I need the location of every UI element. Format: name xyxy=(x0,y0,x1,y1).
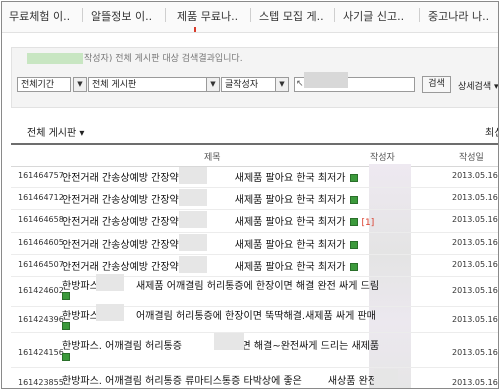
post-date: 2013.05.16 xyxy=(452,215,498,224)
post-title[interactable]: 한방파스. 어깨결림 허리통증 류마티스통증 타박상에 좋은 새상품 완전 xyxy=(62,372,377,387)
tab-staff-recruit[interactable]: 스텝 모집 게.. xyxy=(259,8,324,24)
table-row: 161464658 안전거래 간송상예방 간장약 새제품 팔아요 한국 최저가 [1… xyxy=(11,209,498,233)
chevron-down-icon[interactable]: ▼ xyxy=(73,77,87,92)
post-date: 2013.05.16 xyxy=(452,193,498,202)
browser-frame: 무료체험 이.. 알뜰정보 이.. 제품 무료나.. 스텝 모집 게.. 사기글… xyxy=(1,1,499,389)
post-title[interactable]: 안전거래 간송상예방 간장약 새제품 팔아요 한국 최저가 xyxy=(62,169,358,184)
redacted-keyword xyxy=(304,72,348,88)
post-date: 2013.05.16 xyxy=(452,238,498,247)
post-number: 161423855 xyxy=(18,378,64,387)
header-title: 제목 xyxy=(204,153,221,163)
post-number: 161464658 xyxy=(18,215,64,224)
tab-divider xyxy=(165,8,166,22)
search-scope-text: 작성자) 전체 게시판 대상 검색결과입니다. xyxy=(84,54,243,64)
board-filter-dropdown[interactable]: 전체 게시판 ▾ xyxy=(27,124,84,139)
post-number: 161464712 xyxy=(18,193,64,202)
attachment-icon xyxy=(62,322,70,330)
redacted-text xyxy=(179,167,207,184)
tab-bargain-info[interactable]: 알뜰정보 이.. xyxy=(91,8,152,24)
post-title[interactable]: 안전거래 간송상예방 간장약 새제품 팔아요 한국 최저가 xyxy=(62,236,358,251)
period-select[interactable]: 전체기간 xyxy=(17,77,71,92)
tab-free-product[interactable]: 제품 무료나.. xyxy=(177,8,238,24)
tab-divider xyxy=(419,8,420,22)
post-title[interactable]: 안전거래 간송상예방 간장약 새제품 팔아요 한국 최저가 xyxy=(62,191,358,206)
post-number: 161464757 xyxy=(18,171,64,180)
table-row: 161464712 안전거래 간송상예방 간장약 새제품 팔아요 한국 최저가 2… xyxy=(11,187,498,210)
redacted-text xyxy=(179,189,207,206)
sort-latest[interactable]: 최신 xyxy=(485,124,498,139)
header-author: 작성자 xyxy=(370,153,395,163)
redacted-text xyxy=(179,211,207,228)
post-title[interactable]: 안전거래 간송상예방 간장약 새제품 팔아요 한국 최저가 xyxy=(62,258,358,273)
tab-divider xyxy=(82,8,83,22)
reply-count[interactable]: [1] xyxy=(362,218,375,228)
post-date: 2013.05.16 xyxy=(452,315,498,324)
redacted-text xyxy=(96,274,124,291)
redacted-author-name xyxy=(27,53,83,64)
chevron-down-icon[interactable]: ▼ xyxy=(275,77,289,92)
attachment-icon xyxy=(62,292,70,300)
search-button[interactable]: 검색 xyxy=(422,76,451,93)
post-number: 161464605 xyxy=(18,238,64,247)
redacted-text xyxy=(96,304,124,321)
post-title[interactable]: 안전거래 간송상예방 간장약 새제품 팔아요 한국 최저가 [1] xyxy=(62,213,374,228)
attachment-icon xyxy=(349,241,358,249)
attachment-icon xyxy=(349,263,358,271)
detail-search-link[interactable]: 상세검색 ▾ xyxy=(458,79,498,92)
redacted-text xyxy=(374,369,398,386)
table-row: 161464605 안전거래 간송상예방 간장약 새제품 팔아요 한국 최저가 2… xyxy=(11,232,498,255)
table-row: 161423855 한방파스. 어깨결림 허리통증 류마티스통증 타박상에 좋은… xyxy=(11,367,498,388)
table-header: 제목 작성자 작성일 xyxy=(11,143,498,167)
attachment-icon xyxy=(349,196,358,204)
tab-joonggonara[interactable]: 중고나라 나.. xyxy=(428,8,489,24)
table-row: 161424602 한방파스. 새제품 어깨결림 허리통증에 한장이면 해결 완전… xyxy=(11,276,498,307)
redacted-text xyxy=(179,256,207,273)
post-date: 2013.05.16 xyxy=(452,260,498,269)
redacted-text xyxy=(214,333,244,350)
post-date: 2013.05.16 xyxy=(452,171,498,180)
attachment-icon xyxy=(62,353,70,361)
table-row: 161424396 한방파스. 어깨결림 허리통증에 한장이면 뚝딱해결.새제품 … xyxy=(11,306,498,333)
text-cursor-icon: ↖ xyxy=(296,79,304,89)
tab-free-trial[interactable]: 무료체험 이.. xyxy=(9,8,70,24)
post-date: 2013.05.16 xyxy=(452,378,498,387)
table-row: 161464507 안전거래 간송상예방 간장약 새제품 팔아요 한국 최저가 2… xyxy=(11,254,498,277)
tab-divider xyxy=(334,8,335,22)
table-row: 161424156 한방파스. 어깨결림 허리통증 한장이면 해결~완전싸게 드리… xyxy=(11,332,498,368)
tab-divider xyxy=(250,8,251,22)
redacted-text xyxy=(179,234,207,251)
post-number: 161424602 xyxy=(18,286,64,295)
header-date: 작성일 xyxy=(459,153,484,163)
category-tab-bar: 무료체험 이.. 알뜰정보 이.. 제품 무료나.. 스텝 모집 게.. 사기글… xyxy=(2,2,498,33)
attachment-icon xyxy=(349,174,358,182)
post-number: 161424396 xyxy=(18,315,64,324)
board-select[interactable]: 전체 게시판 xyxy=(88,77,218,92)
post-date: 2013.05.16 xyxy=(452,286,498,295)
chevron-down-icon[interactable]: ▼ xyxy=(206,77,220,92)
tab-fraud-report[interactable]: 사기글 신고.. xyxy=(343,8,404,24)
attachment-icon xyxy=(349,218,358,226)
post-number: 161464507 xyxy=(18,260,64,269)
table-row: 161464757 안전거래 간송상예방 간장약 새제품 팔아요 한국 최저가 2… xyxy=(11,165,498,188)
post-number: 161424156 xyxy=(18,348,64,357)
active-tab-indicator xyxy=(194,27,196,32)
post-date: 2013.05.16 xyxy=(452,348,498,357)
